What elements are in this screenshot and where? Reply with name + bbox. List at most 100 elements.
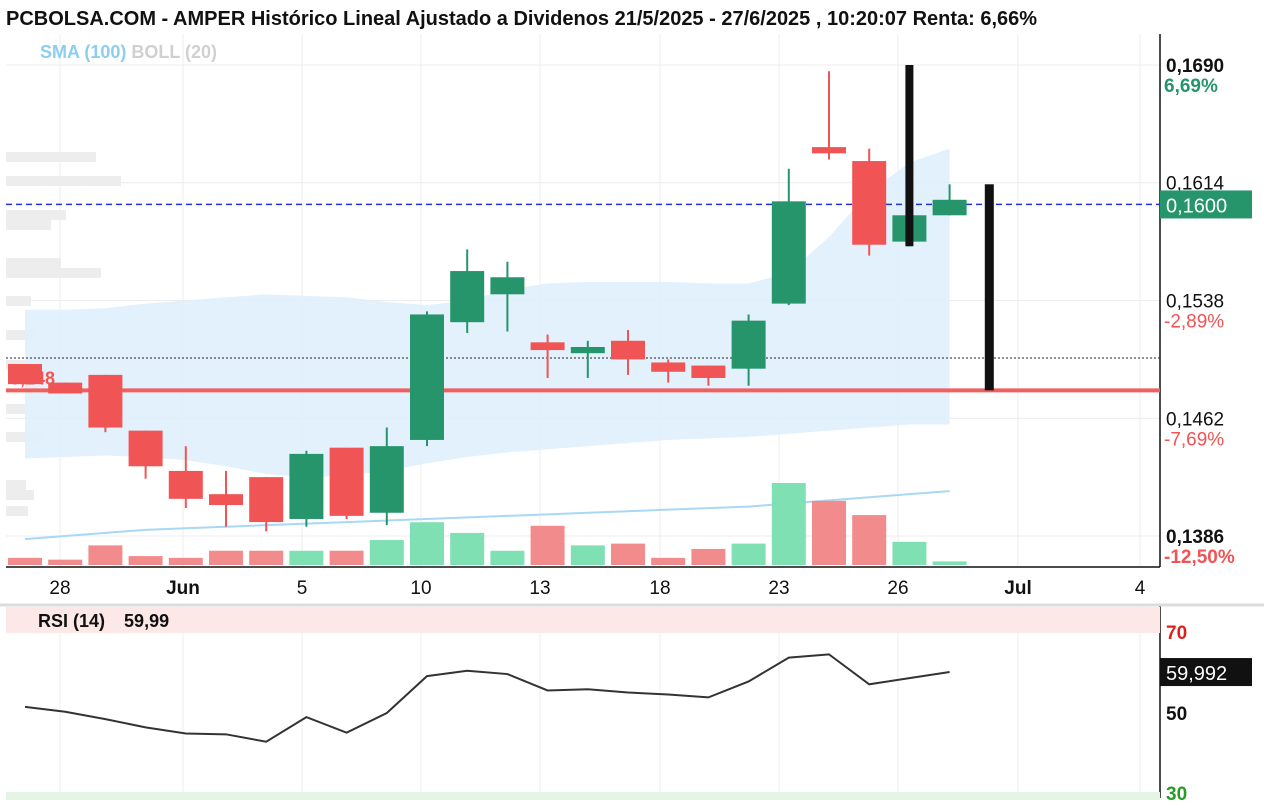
volume-bar <box>731 543 766 565</box>
date-label: 28 <box>49 578 70 599</box>
candle-body <box>570 346 605 354</box>
volume-bar <box>289 550 324 565</box>
volume-bar <box>852 515 887 565</box>
price-label: 0,1690 <box>1166 56 1224 77</box>
candle-body <box>289 453 324 519</box>
last-price-badge-text: 0,1600 <box>1166 195 1227 217</box>
volume-profile-bar <box>6 506 28 516</box>
candle-body <box>329 447 364 516</box>
candle-body <box>771 201 806 304</box>
date-label: 18 <box>649 578 670 599</box>
candle-body <box>128 430 163 467</box>
volume-bar <box>88 545 123 565</box>
percent-label: -12,50% <box>1164 547 1235 568</box>
volume-bar <box>410 522 444 565</box>
percent-label: -2,89% <box>1164 312 1224 333</box>
date-label: Jun <box>166 578 200 599</box>
date-label: 23 <box>768 578 789 599</box>
rsi-level-30: 30 <box>1166 784 1187 805</box>
date-label: Jul <box>1004 578 1031 599</box>
price-label: 0,1462 <box>1166 409 1224 430</box>
candle-body <box>812 147 846 154</box>
rsi-panel: 70 50 30 59,992 <box>0 603 1264 805</box>
date-label: 26 <box>887 578 908 599</box>
volume-bar <box>369 540 404 565</box>
percent-label: 6,69% <box>1164 76 1218 97</box>
volume-bar <box>168 557 203 565</box>
volume-bar <box>209 550 243 565</box>
rsi-value: 59,99 <box>124 611 170 631</box>
volume-bar <box>48 559 83 565</box>
volume-profile-bar <box>6 220 51 230</box>
boll-legend-label[interactable]: BOLL (20) <box>131 42 217 62</box>
volume-bar <box>892 541 927 565</box>
volume-bar <box>249 550 284 565</box>
candle-body <box>88 374 123 428</box>
rsi-line <box>24 653 950 743</box>
rsi-legend: RSI (14) 59,99 <box>38 611 183 632</box>
candle-body <box>249 477 284 523</box>
candle-body <box>369 446 404 513</box>
volume-profile-bar <box>6 210 66 220</box>
candle-body <box>168 470 203 499</box>
rsi-label: RSI (14) <box>38 611 106 631</box>
candle-body <box>731 320 766 369</box>
high-marker-bar <box>905 64 914 247</box>
candle-body <box>490 277 525 295</box>
volume-profile-bar <box>6 490 34 500</box>
volume-profile-bar <box>6 268 101 278</box>
rsi-value-badge-text: 59,992 <box>1166 663 1227 685</box>
candle-body <box>611 340 645 360</box>
price-label: 0,1386 <box>1166 527 1224 548</box>
candle-body <box>691 365 726 378</box>
volume-bar <box>8 557 42 565</box>
bollinger-band <box>24 148 950 541</box>
volume-bar <box>450 532 485 565</box>
percent-label: -7,69% <box>1164 429 1224 450</box>
candle-body <box>852 161 887 245</box>
sma-100-line <box>24 490 950 541</box>
candle-body <box>410 314 444 440</box>
stock-chart: 0,148 0,16906,69%0,16141,89%0,1538-2,89%… <box>0 34 1264 805</box>
candle-body <box>48 382 83 394</box>
volume-profile-bar <box>6 258 61 268</box>
volume-bar <box>128 556 163 565</box>
oversold-zone <box>6 792 1160 800</box>
volume-bar <box>651 557 686 565</box>
candle-body <box>651 362 686 372</box>
volume-bar <box>611 543 645 565</box>
candle-body <box>450 271 485 323</box>
volume-bar <box>329 550 364 565</box>
volume-bar <box>490 550 525 565</box>
chart-title: PCBOLSA.COM - AMPER Histórico Lineal Aju… <box>6 8 1038 30</box>
volume-profile-bar <box>6 480 26 490</box>
bollinger-band-area <box>25 148 950 478</box>
rsi-level-50: 50 <box>1166 704 1187 725</box>
volume-profile-bar <box>6 176 121 186</box>
date-label: 5 <box>297 578 308 599</box>
volume-bar <box>691 548 726 565</box>
date-label: 4 <box>1135 578 1146 599</box>
candle-body <box>932 199 967 216</box>
sma-legend-label[interactable]: SMA (100) <box>40 42 126 62</box>
indicator-legend: SMA (100) BOLL (20) <box>40 42 217 63</box>
candle-body <box>530 342 565 351</box>
volume-bar <box>932 561 967 565</box>
volume-bar <box>771 483 806 565</box>
price-axis: 0,16906,69%0,16141,89%0,1538-2,89%0,1462… <box>1160 56 1252 568</box>
volume-bar <box>530 525 565 565</box>
volume-bar <box>570 545 605 565</box>
volume-profile-bar <box>6 404 28 414</box>
candle-body <box>8 364 42 385</box>
rsi-level-70: 70 <box>1166 623 1187 644</box>
volume-bar <box>812 500 846 565</box>
candle-body <box>209 494 243 506</box>
date-label: 10 <box>410 578 431 599</box>
range-marker-bar <box>984 184 994 391</box>
price-label: 0,1538 <box>1166 292 1224 313</box>
volume-profile-bar <box>6 296 31 306</box>
volume-profile-bar <box>6 152 96 162</box>
volume-bars <box>8 483 967 565</box>
date-label: 13 <box>529 578 550 599</box>
date-axis: 28 Jun 5 10 13 18 23 26 Jul 4 <box>49 578 1145 599</box>
